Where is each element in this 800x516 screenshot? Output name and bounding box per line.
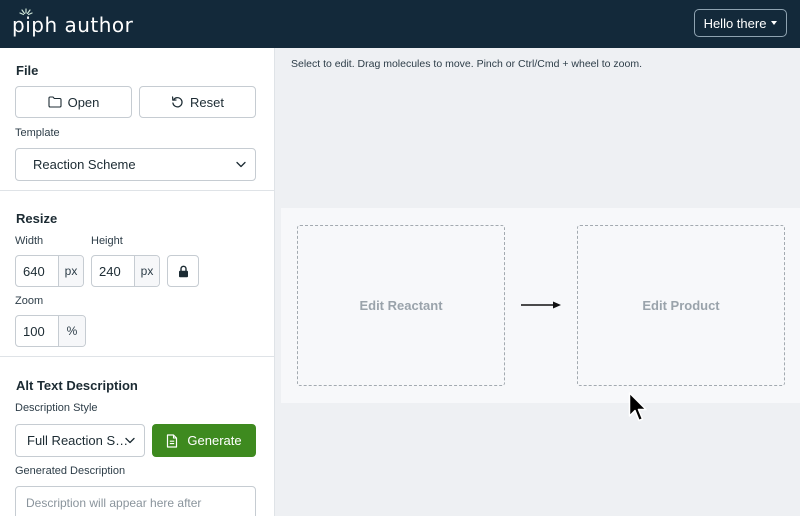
template-select-value: Reaction Scheme <box>33 157 136 172</box>
width-input-group: 640 px <box>15 255 84 287</box>
template-select[interactable]: Reaction Scheme <box>15 148 256 181</box>
file-section: File Open Reset Template Reaction Scheme <box>0 48 274 191</box>
sidebar: File Open Reset Template Reaction Scheme… <box>0 48 275 516</box>
file-section-title: File <box>16 63 39 78</box>
alt-text-section: Alt Text Description Description Style F… <box>0 358 274 516</box>
resize-section-title: Resize <box>16 211 58 226</box>
zoom-unit: % <box>59 316 85 346</box>
document-icon <box>167 433 178 448</box>
open-button-label: Open <box>67 94 100 110</box>
height-input[interactable]: 240 <box>92 256 135 286</box>
zoom-input[interactable]: 100 <box>16 316 59 346</box>
folder-icon <box>48 96 62 108</box>
reset-icon <box>172 95 183 107</box>
height-unit: px <box>135 256 159 286</box>
reaction-arrow-icon <box>521 301 561 309</box>
description-style-value: Full Reaction S… <box>27 433 129 448</box>
reset-button[interactable]: Reset <box>139 86 256 118</box>
top-bar: piph author Hello there <box>0 0 800 48</box>
reaction-canvas[interactable]: Edit Reactant Edit Product <box>281 208 800 403</box>
product-label: Edit Product <box>642 298 720 313</box>
generated-description-label: Generated Description <box>15 465 126 477</box>
generated-description-textarea[interactable]: Description will appear here after <box>15 486 256 516</box>
reset-button-label: Reset <box>190 94 224 110</box>
chevron-down-icon <box>236 161 246 168</box>
generate-button-label: Generate <box>187 433 242 448</box>
open-button[interactable]: Open <box>15 86 132 118</box>
user-menu-button[interactable]: Hello there <box>694 9 787 37</box>
resize-section: Resize Width Height 640 px 240 px Zoom 1… <box>0 192 274 357</box>
height-label: Height <box>91 235 123 247</box>
chevron-down-icon <box>125 437 135 444</box>
height-input-group: 240 px <box>91 255 160 287</box>
generate-button[interactable]: Generate <box>152 424 256 457</box>
reactant-label: Edit Reactant <box>359 298 443 313</box>
generated-description-placeholder: Description will appear here after <box>26 496 202 510</box>
logo-sparkle-icon <box>19 8 33 16</box>
caret-down-icon <box>771 21 778 25</box>
mouse-cursor-icon <box>628 392 647 422</box>
app-logo[interactable]: piph author <box>12 8 133 38</box>
width-label: Width <box>15 235 44 247</box>
width-unit: px <box>59 256 83 286</box>
canvas-hint: Select to edit. Drag molecules to move. … <box>291 58 643 70</box>
description-style-select[interactable]: Full Reaction S… <box>15 424 145 457</box>
alt-text-section-title: Alt Text Description <box>16 378 138 393</box>
user-menu-label: Hello there <box>703 15 767 31</box>
lock-aspect-button[interactable] <box>167 255 199 287</box>
product-box[interactable]: Edit Product <box>577 225 785 386</box>
width-input[interactable]: 640 <box>16 256 59 286</box>
lock-icon <box>178 265 188 277</box>
zoom-input-group: 100 % <box>15 315 86 347</box>
description-style-label: Description Style <box>15 402 98 414</box>
reactant-box[interactable]: Edit Reactant <box>297 225 505 386</box>
zoom-label: Zoom <box>15 295 44 307</box>
template-label: Template <box>15 127 60 139</box>
